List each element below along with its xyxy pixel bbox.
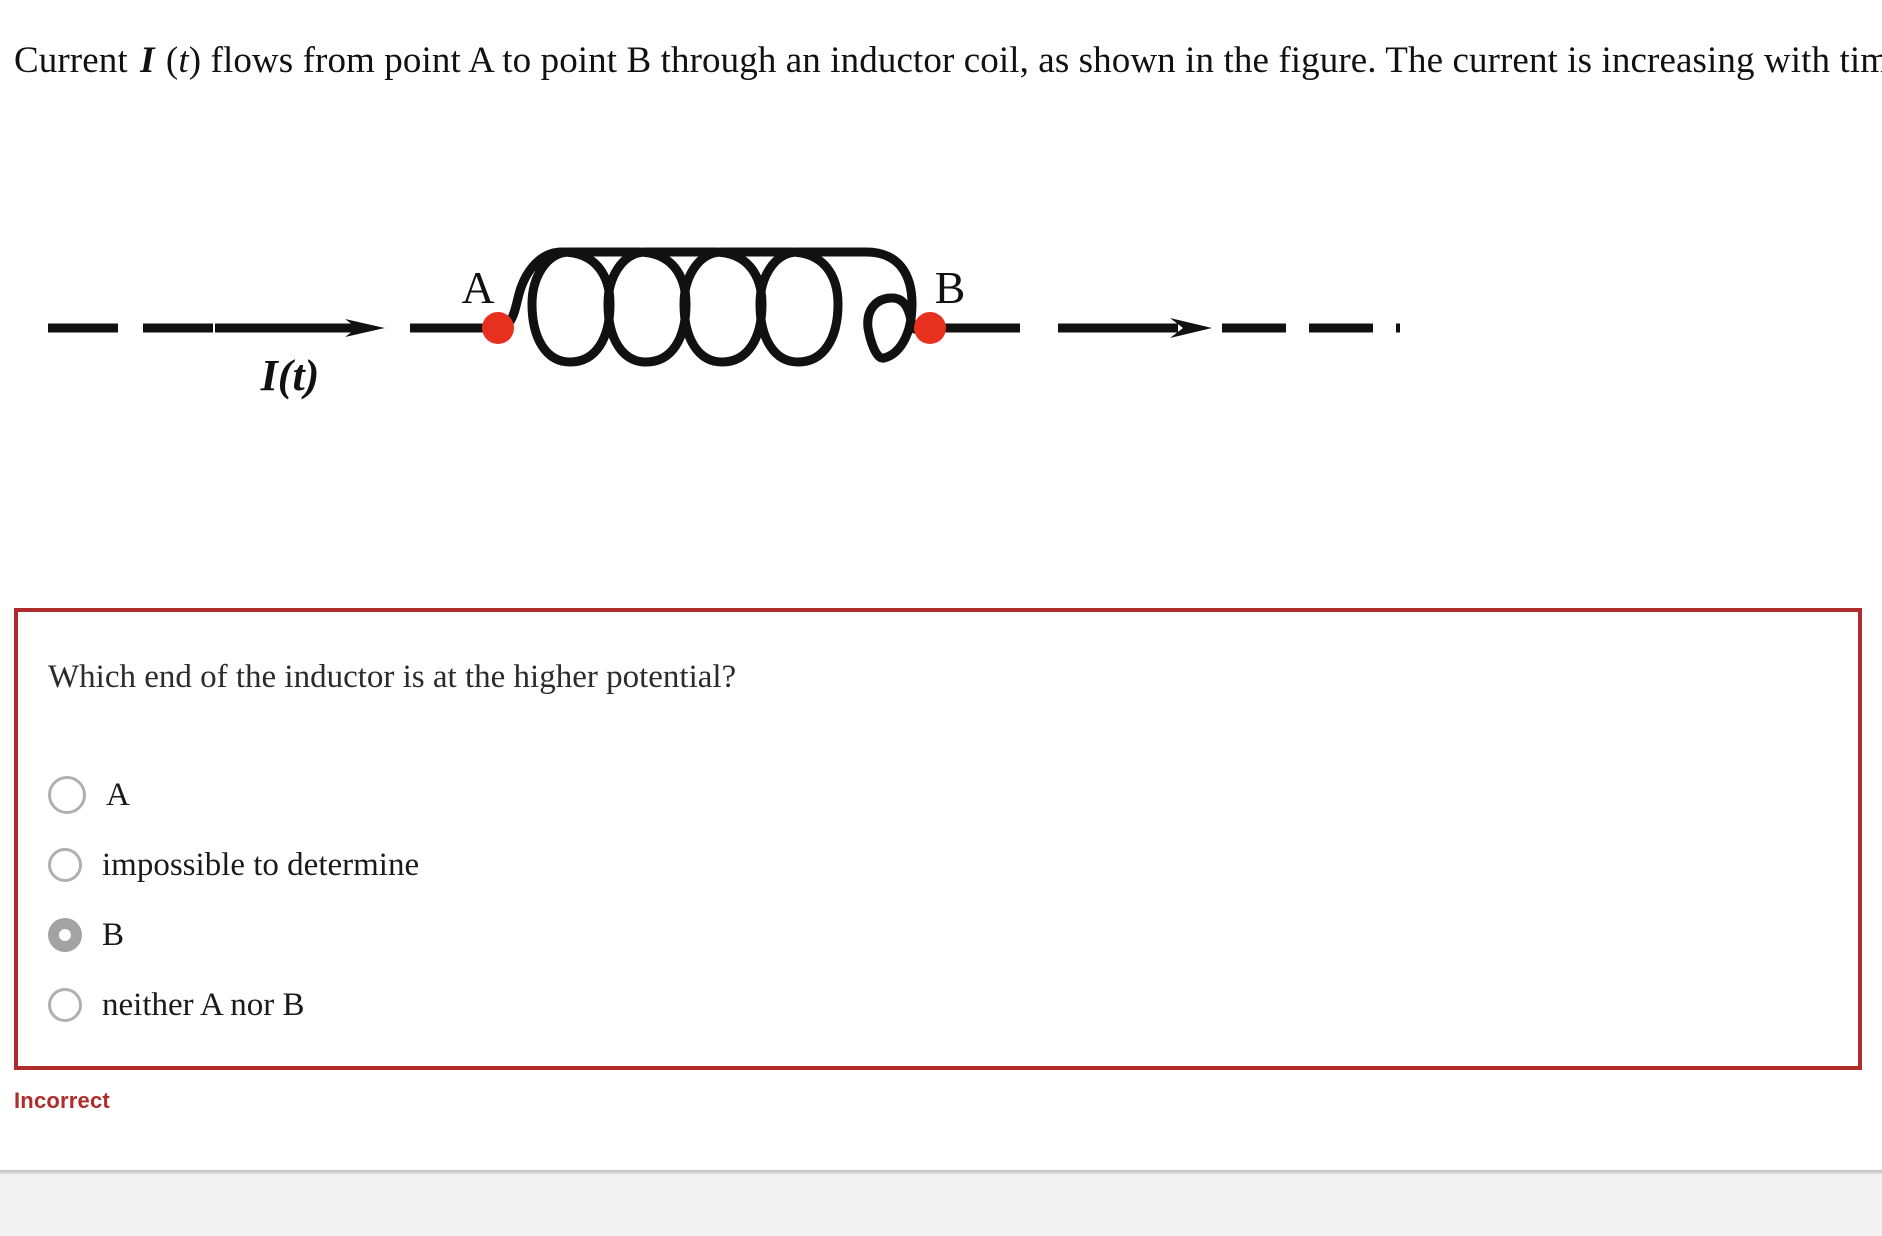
option-row-b[interactable]: B [48, 900, 1048, 970]
prompt-part-1: Current [14, 40, 138, 81]
question-text: Which end of the inductor is at the high… [48, 659, 737, 695]
prompt-paren-open: ( [156, 40, 179, 81]
radio-option-impossible[interactable] [48, 848, 82, 882]
option-row-neither[interactable]: neither A nor B [48, 970, 1048, 1040]
current-label: I(t) [260, 351, 320, 400]
prompt-part-2: flows from point A to point B through an… [210, 40, 1882, 81]
current-symbol-t: t [178, 40, 189, 81]
point-b-dot [914, 312, 946, 344]
radio-option-b[interactable] [48, 918, 82, 952]
answer-box: Which end of the inductor is at the high… [14, 608, 1862, 1070]
point-b-label: B [935, 262, 966, 313]
option-row-impossible[interactable]: impossible to determine [48, 830, 1048, 900]
coil-turns [527, 247, 917, 367]
inductor-figure: A B I(t) [0, 140, 1400, 440]
radio-option-neither[interactable] [48, 988, 82, 1022]
option-label-a: A [106, 776, 130, 813]
point-a-label: A [461, 262, 494, 313]
prompt-paren-close: ) [188, 40, 211, 81]
option-label-neither: neither A nor B [102, 986, 305, 1023]
footer-bar [0, 1174, 1882, 1236]
option-label-impossible: impossible to determine [102, 846, 420, 883]
option-row-a[interactable]: A [48, 760, 1048, 830]
feedback-status: Incorrect [14, 1088, 110, 1113]
radio-option-a[interactable] [48, 776, 86, 814]
current-symbol-i: I [140, 40, 155, 81]
current-arrow-right [1058, 318, 1212, 338]
point-a-dot [482, 312, 514, 344]
option-label-b: B [102, 916, 125, 953]
options-list: A impossible to determine B neither A no… [48, 760, 1048, 1040]
question-page: Current I (t) flows from point A to poin… [0, 0, 1882, 1170]
prompt-text: Current I (t) flows from point A to poin… [14, 38, 1882, 84]
